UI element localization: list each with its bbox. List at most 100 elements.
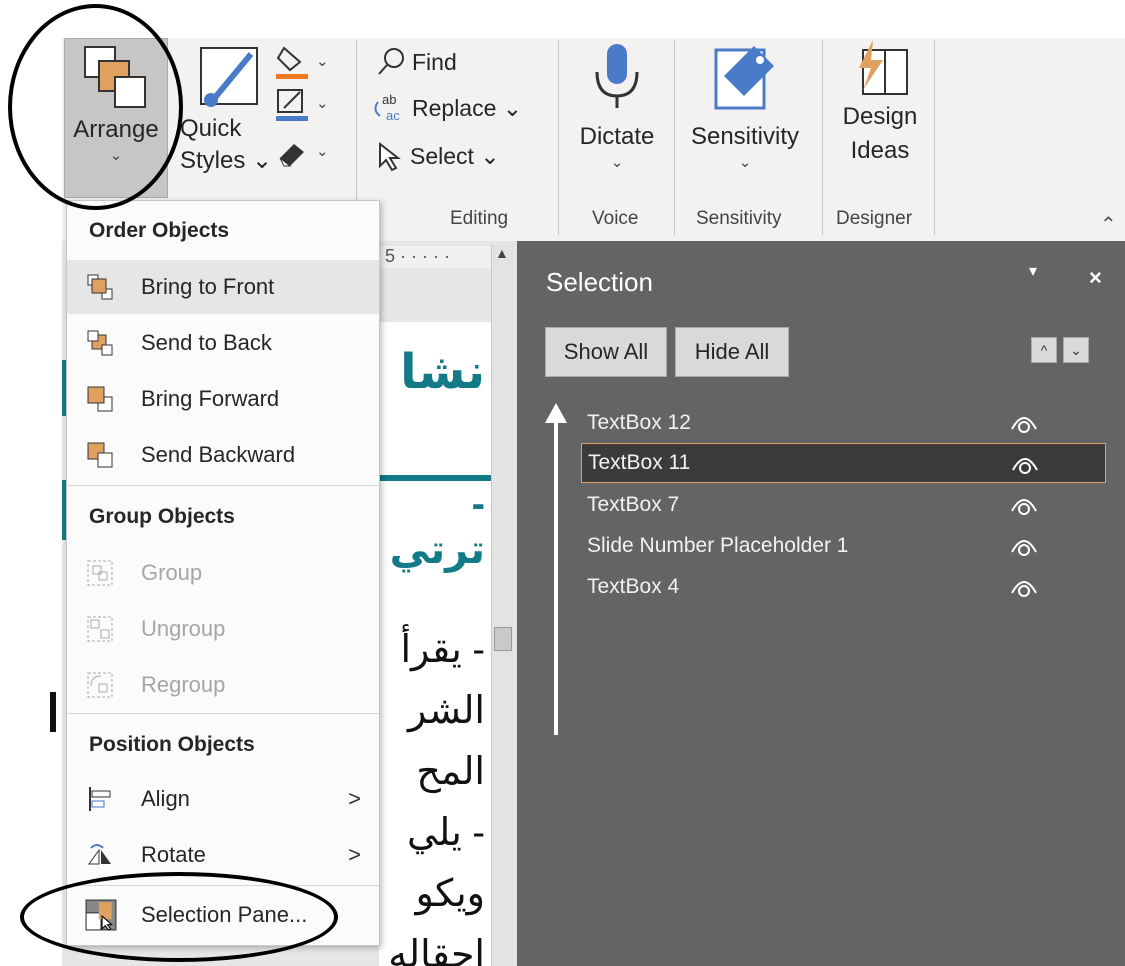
design-ideas-label-2: Ideas bbox=[850, 137, 910, 164]
send-backward-label: Send Backward bbox=[141, 442, 296, 467]
vertical-scrollbar[interactable]: ▲ bbox=[491, 245, 513, 966]
slide-subtitle-fragment: - ترتي bbox=[389, 482, 485, 572]
hide-all-button[interactable]: Hide All bbox=[675, 327, 789, 377]
chevron-right-icon: > bbox=[348, 786, 361, 811]
sensitivity-icon bbox=[714, 46, 774, 110]
pen-outline-icon bbox=[276, 89, 308, 121]
ribbon-separator bbox=[674, 40, 675, 235]
designer-group-label: Designer bbox=[836, 208, 913, 229]
svg-text:ac: ac bbox=[386, 108, 400, 123]
bring-to-front-label: Bring to Front bbox=[141, 274, 275, 299]
collapse-ribbon-icon[interactable]: ⌃ bbox=[1100, 212, 1117, 237]
svg-text:ab: ab bbox=[382, 92, 396, 107]
menu-separator bbox=[67, 713, 379, 714]
group-icon bbox=[87, 560, 113, 586]
horizontal-ruler: 5 · · · · · bbox=[379, 246, 491, 268]
design-ideas-button[interactable]: Design Ideas bbox=[828, 38, 932, 198]
list-item-label: TextBox 7 bbox=[587, 493, 680, 516]
paint-bucket-icon bbox=[276, 46, 308, 79]
chevron-down-icon: ⌄ bbox=[316, 95, 329, 112]
align-icon bbox=[89, 787, 111, 811]
slide-text-edge bbox=[50, 692, 56, 732]
select-label: Select ⌄ bbox=[410, 142, 500, 169]
eye-visibility-icon[interactable] bbox=[1010, 450, 1040, 476]
slide-divider bbox=[379, 475, 491, 481]
send-to-back-icon bbox=[87, 330, 113, 356]
rotate-icon bbox=[88, 844, 111, 865]
list-item[interactable]: TextBox 12 bbox=[581, 403, 1106, 443]
send-backward-icon bbox=[87, 442, 113, 468]
eye-visibility-icon[interactable] bbox=[1009, 532, 1039, 558]
bring-forward-item[interactable]: Bring Forward bbox=[67, 372, 379, 426]
shape-fill-button[interactable]: ⌄ bbox=[274, 44, 329, 80]
list-item-label: TextBox 11 bbox=[588, 451, 691, 474]
eraser-icon bbox=[279, 144, 304, 167]
ungroup-icon bbox=[87, 616, 113, 642]
eye-visibility-icon[interactable] bbox=[1009, 573, 1039, 599]
design-ideas-label-1: Design bbox=[842, 103, 918, 130]
selection-pane-title: Selection bbox=[546, 267, 653, 297]
menu-separator bbox=[67, 485, 379, 486]
chevron-down-icon: ⌄ bbox=[610, 154, 624, 171]
group-label: Group bbox=[141, 560, 203, 585]
sensitivity-button[interactable]: Sensitivity ⌄ bbox=[680, 42, 810, 192]
bring-to-front-icon bbox=[87, 274, 113, 300]
editing-group-label: Editing bbox=[450, 208, 509, 229]
arrange-highlight-circle bbox=[8, 4, 183, 210]
ribbon-separator bbox=[934, 40, 935, 235]
slide-body-fragment: - يقرأ الشر المح - يلي ويكو احقاله bbox=[388, 629, 485, 966]
group-objects-heading: Group Objects bbox=[89, 505, 235, 528]
eye-visibility-icon[interactable] bbox=[1009, 409, 1039, 435]
regroup-label: Regroup bbox=[141, 672, 226, 697]
ribbon-separator bbox=[558, 40, 559, 235]
align-item[interactable]: Align > bbox=[67, 772, 379, 826]
search-icon bbox=[378, 48, 404, 75]
list-item-label: Slide Number Placeholder 1 bbox=[587, 534, 849, 557]
list-item[interactable]: Slide Number Placeholder 1 bbox=[581, 526, 1106, 566]
microphone-icon bbox=[595, 44, 639, 108]
send-backward-button[interactable]: ⌄ bbox=[1063, 337, 1089, 363]
ungroup-item: Ungroup bbox=[67, 602, 379, 656]
close-icon[interactable]: × bbox=[1089, 265, 1102, 291]
regroup-icon bbox=[87, 672, 113, 698]
send-backward-item[interactable]: Send Backward bbox=[67, 428, 379, 482]
voice-group-label: Voice bbox=[592, 208, 639, 229]
dictate-button[interactable]: Dictate ⌄ bbox=[568, 42, 666, 192]
sensitivity-group-label: Sensitivity bbox=[696, 208, 782, 229]
quick-styles-icon bbox=[200, 47, 258, 107]
send-to-back-item[interactable]: Send to Back bbox=[67, 316, 379, 370]
chevron-right-icon: > bbox=[348, 842, 361, 867]
list-item[interactable]: TextBox 7 bbox=[581, 485, 1106, 525]
find-label: Find bbox=[412, 48, 457, 75]
rotate-label: Rotate bbox=[141, 842, 206, 867]
list-item[interactable]: TextBox 4 bbox=[581, 567, 1106, 607]
pane-options-icon[interactable]: ▾ bbox=[1029, 261, 1037, 281]
show-all-button[interactable]: Show All bbox=[545, 327, 667, 377]
find-button[interactable]: Find bbox=[376, 46, 457, 78]
slide-canvas[interactable]: نشا - ترتي - يقرأ الشر المح - يلي ويكو ا… bbox=[379, 322, 491, 966]
scrollbar-thumb[interactable] bbox=[494, 627, 512, 651]
up-arrow-annotation bbox=[545, 403, 567, 423]
bring-forward-button[interactable]: ^ bbox=[1031, 337, 1057, 363]
position-objects-heading: Position Objects bbox=[89, 733, 255, 756]
list-item-selected[interactable]: TextBox 11 bbox=[581, 443, 1106, 483]
chevron-down-icon: ⌄ bbox=[316, 143, 329, 160]
chevron-down-icon: ⌄ bbox=[316, 53, 329, 70]
list-item-label: TextBox 4 bbox=[587, 575, 680, 598]
ribbon-separator bbox=[822, 40, 823, 235]
quick-styles-label-2: Styles ⌄ bbox=[180, 147, 273, 174]
regroup-item: Regroup bbox=[67, 658, 379, 712]
quick-styles-label-1: Quick bbox=[180, 115, 242, 142]
send-to-back-label: Send to Back bbox=[141, 330, 272, 355]
shape-outline-button[interactable]: ⌄ bbox=[274, 86, 329, 122]
quick-styles-button[interactable]: Quick Styles ⌄ bbox=[180, 42, 276, 192]
order-objects-heading: Order Objects bbox=[89, 219, 230, 242]
bring-forward-label: Bring Forward bbox=[141, 386, 280, 411]
select-button[interactable]: Select ⌄ bbox=[376, 140, 500, 172]
shape-effects-button[interactable]: ⌄ bbox=[274, 134, 329, 170]
bring-to-front-item[interactable]: Bring to Front bbox=[67, 260, 379, 314]
chevron-down-icon: ⌄ bbox=[738, 154, 752, 171]
eye-visibility-icon[interactable] bbox=[1009, 491, 1039, 517]
scroll-up-icon[interactable]: ▲ bbox=[495, 245, 509, 261]
replace-button[interactable]: ab ac Replace ⌄ bbox=[370, 92, 522, 124]
